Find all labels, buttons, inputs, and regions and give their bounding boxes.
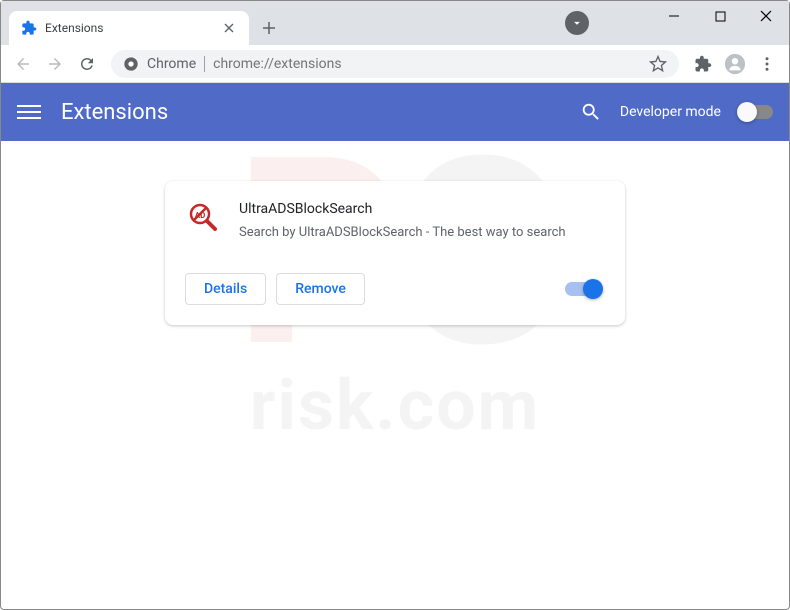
browser-tab[interactable]: Extensions	[9, 11, 249, 45]
details-button[interactable]: Details	[185, 273, 266, 305]
extension-card: AD UltraADSBlockSearch Search by UltraAD…	[165, 181, 625, 325]
dots-vertical-icon	[758, 55, 776, 73]
search-button[interactable]	[580, 101, 602, 123]
close-icon	[224, 23, 234, 33]
tab-title: Extensions	[45, 21, 213, 35]
maximize-icon	[715, 11, 726, 22]
puzzle-icon	[21, 20, 37, 36]
reload-button[interactable]	[73, 50, 101, 78]
arrow-left-icon	[14, 55, 32, 73]
omnibox-prefix: Chrome	[147, 56, 196, 72]
profile-button[interactable]	[721, 50, 749, 78]
plus-icon	[262, 21, 276, 35]
developer-mode-toggle[interactable]	[739, 105, 773, 119]
back-button[interactable]	[9, 50, 37, 78]
address-bar[interactable]: Chrome chrome://extensions	[111, 50, 679, 78]
window-titlebar: Extensions	[1, 1, 789, 45]
avatar-icon	[724, 53, 746, 75]
minimize-icon	[668, 10, 680, 22]
extension-enable-toggle[interactable]	[565, 282, 599, 296]
minimize-button[interactable]	[651, 1, 697, 31]
browser-toolbar: Chrome chrome://extensions	[1, 45, 789, 83]
new-tab-button[interactable]	[255, 14, 283, 42]
close-icon	[760, 10, 772, 22]
profile-badge[interactable]	[565, 11, 589, 35]
extension-name: UltraADSBlockSearch	[239, 201, 566, 217]
omnibox-url: chrome://extensions	[213, 56, 341, 72]
page-header: Extensions Developer mode	[1, 83, 789, 141]
omnibox-divider	[204, 56, 205, 72]
puzzle-icon	[694, 55, 712, 73]
caret-down-icon	[570, 16, 584, 30]
tab-close-button[interactable]	[221, 20, 237, 36]
maximize-button[interactable]	[697, 1, 743, 31]
extensions-button[interactable]	[689, 50, 717, 78]
arrow-right-icon	[46, 55, 64, 73]
close-window-button[interactable]	[743, 1, 789, 31]
forward-button[interactable]	[41, 50, 69, 78]
extension-description: Search by UltraADSBlockSearch - The best…	[239, 223, 566, 243]
extension-icon: AD	[185, 201, 221, 237]
menu-toggle[interactable]	[17, 100, 41, 124]
page-title: Extensions	[61, 100, 168, 125]
chrome-icon	[123, 56, 139, 72]
reload-icon	[78, 55, 96, 73]
content-area: AD UltraADSBlockSearch Search by UltraAD…	[1, 141, 789, 365]
remove-button[interactable]: Remove	[276, 273, 365, 305]
menu-button[interactable]	[753, 50, 781, 78]
star-icon[interactable]	[649, 55, 667, 73]
window-controls	[651, 1, 789, 31]
developer-mode-label: Developer mode	[620, 104, 721, 120]
